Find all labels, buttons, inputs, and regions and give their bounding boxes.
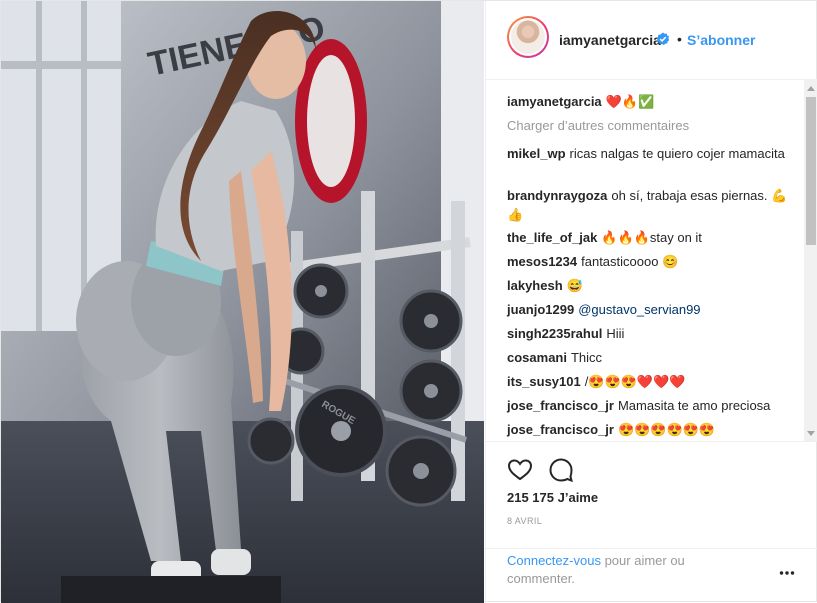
heart-outline-icon[interactable] (507, 457, 533, 483)
scroll-thumb[interactable] (806, 97, 816, 245)
comment-item: mikel_wp ricas nalgas te quiero cojer mam… (507, 144, 797, 163)
header-separator: • (677, 31, 682, 47)
post-footer: Connectez-vous pour aimer ou commenter. (486, 548, 817, 603)
avatar[interactable] (507, 16, 549, 58)
comment-text: Mamasita te amo preciosa (617, 398, 771, 413)
comment-text: 😍😍😍😍😍😍 (617, 422, 716, 437)
gym-photo-illustration: TIENES LO ROGUE (1, 1, 484, 603)
header-username[interactable]: iamyanetgarcia (559, 32, 661, 48)
comment-item: juanjo1299 @gustavo_servian99 (507, 300, 797, 319)
avatar-frame (509, 18, 547, 56)
comment-item: cosamani Thicc (507, 348, 797, 367)
caption-username[interactable]: iamyanetgarcia (507, 94, 602, 109)
follow-button[interactable]: S’abonner (687, 32, 755, 48)
post-actions: 215 175 J’aime 8 AVRIL (486, 441, 817, 548)
post-date: 8 AVRIL (507, 516, 543, 526)
comments-list[interactable]: iamyanetgarcia ❤️🔥✅ Charger d’autres comm… (486, 80, 817, 441)
comment-item: mesos1234 fantasticoooo 😊 (507, 252, 797, 271)
avatar-image (511, 20, 545, 54)
scroll-down-arrow-icon[interactable] (807, 431, 815, 436)
comment-username[interactable]: mikel_wp (507, 146, 566, 161)
comment-item: the_life_of_jak 🔥🔥🔥stay on it (507, 228, 797, 247)
comment-username[interactable]: its_susy101 (507, 374, 581, 389)
comment-text: fantasticoooo 😊 (581, 254, 679, 269)
comment-text: Thicc (570, 350, 603, 365)
caption-text: ❤️🔥✅ (605, 94, 655, 109)
instagram-post: TIENES LO ROGUE iamyanetgarcia • S’abonn… (0, 0, 817, 603)
comment-username[interactable]: lakyhesh (507, 278, 563, 293)
comment-username[interactable]: juanjo1299 (507, 302, 574, 317)
login-link[interactable]: Connectez-vous (507, 553, 601, 568)
load-more-comments-button[interactable]: Charger d’autres commentaires (507, 118, 689, 133)
likes-count[interactable]: 215 175 J’aime (507, 490, 598, 505)
comment-text: Hiii (606, 326, 625, 341)
comment-username[interactable]: the_life_of_jak (507, 230, 597, 245)
comment-text: ricas nalgas te quiero cojer mamacita (569, 146, 785, 161)
login-prompt: Connectez-vous pour aimer ou commenter. (507, 552, 727, 588)
comment-item: jose_francisco_jr 😍😍😍😍😍😍 (507, 420, 797, 439)
comment-username[interactable]: jose_francisco_jr (507, 398, 614, 413)
caption: iamyanetgarcia ❤️🔥✅ (507, 92, 797, 111)
comment-username[interactable]: cosamani (507, 350, 567, 365)
three-dots-icon[interactable] (779, 570, 795, 576)
scroll-up-arrow-icon[interactable] (807, 86, 815, 91)
comments-scrollbar[interactable] (804, 80, 817, 441)
comment-username[interactable]: jose_francisco_jr (507, 422, 614, 437)
comment-item: lakyhesh 😅 (507, 276, 797, 295)
post-header: iamyanetgarcia • S’abonner (486, 1, 817, 80)
comment-username[interactable]: brandynraygoza (507, 188, 607, 203)
comment-username[interactable]: mesos1234 (507, 254, 577, 269)
comment-item: its_susy101/😍😍😍❤️❤️❤️ (507, 372, 797, 391)
likes-label: J’aime (557, 490, 599, 505)
comment-item: singh2235rahul Hiii (507, 324, 797, 343)
likes-number: 215 175 (507, 490, 554, 505)
comment-username[interactable]: singh2235rahul (507, 326, 602, 341)
comment-item: brandynraygoza oh sí, trabaja esas pierna… (507, 186, 797, 224)
comment-mention-link[interactable]: @gustavo_servian99 (578, 302, 700, 317)
comment-text: 🔥🔥🔥stay on it (601, 230, 702, 245)
comment-item: jose_francisco_jr Mamasita te amo precios… (507, 396, 797, 415)
post-photo[interactable]: TIENES LO ROGUE (1, 1, 484, 603)
comment-text: /😍😍😍❤️❤️❤️ (584, 374, 686, 389)
post-details-panel: iamyanetgarcia • S’abonner iamyanetgarci… (485, 1, 817, 603)
speech-bubble-icon[interactable] (548, 457, 574, 483)
comment-text: 😅 (566, 278, 583, 293)
verified-badge-icon (656, 32, 670, 46)
